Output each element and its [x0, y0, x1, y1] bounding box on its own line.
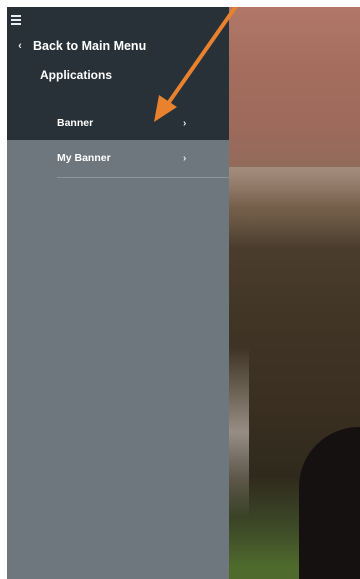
menu-item-label: Banner — [57, 117, 94, 129]
menu-item-label: My Banner — [57, 152, 111, 164]
section-title: Applications — [40, 68, 113, 82]
hamburger-menu-icon[interactable] — [11, 15, 21, 25]
back-to-main-menu-label: Back to Main Menu — [33, 39, 147, 53]
chevron-right-icon: › — [183, 152, 187, 164]
sidebar-menu: ‹ Back to Main Menu Applications Banner … — [7, 7, 229, 579]
menu-divider — [57, 177, 229, 178]
menu-item-my-banner[interactable]: My Banner › — [7, 140, 229, 176]
chevron-left-icon: ‹ — [18, 40, 22, 52]
background-flowers — [229, 347, 249, 517]
menu-item-banner[interactable]: Banner › — [7, 105, 229, 141]
back-to-main-menu-link[interactable]: ‹ Back to Main Menu — [7, 37, 146, 55]
background-photo — [229, 7, 360, 579]
chevron-right-icon: › — [183, 117, 187, 129]
app-frame: ‹ Back to Main Menu Applications Banner … — [7, 7, 360, 579]
